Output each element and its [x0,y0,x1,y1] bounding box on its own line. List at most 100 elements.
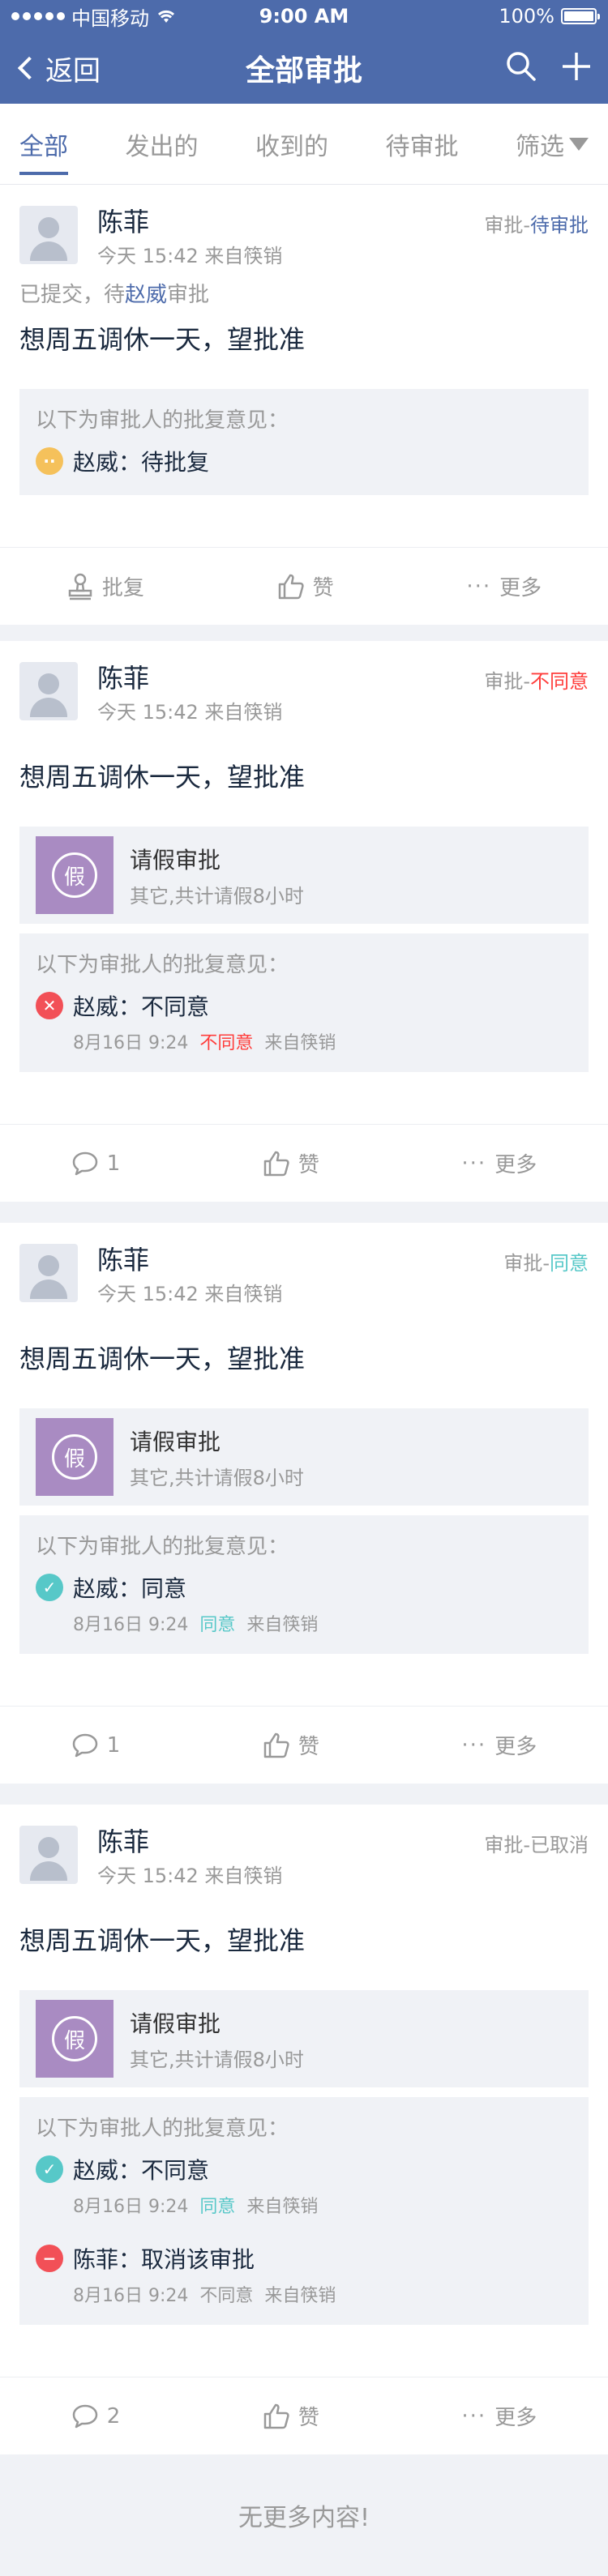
leave-icon: 假 [36,2000,113,2078]
opinion-line: 赵威：待批复 [73,449,210,476]
leave-title: 请假审批 [130,846,221,874]
tab-label: 收到的 [255,132,328,161]
approval-card[interactable]: 陈菲 今天 15:42 来自筷销 审批-已取消 想周五调休一天，望批准 假 请假… [0,1805,608,2454]
request-text: 想周五调休一天，望批准 [19,762,306,792]
avatar[interactable] [19,1826,78,1884]
comment-button[interactable]: 2 [71,2403,121,2429]
comment-button[interactable]: 1 [71,1732,120,1758]
more-label: 更多 [499,576,542,600]
card-actions: 1 赞 ··· 更多 [0,1706,608,1784]
card-separator [0,625,608,641]
comment-button[interactable]: 1 [71,1151,120,1177]
opinion-sub: 8月16日 9:24 不同意 来自筷销 [73,1028,572,1054]
more-dots-icon: ··· [461,2403,487,2429]
battery-percent: 100% [499,5,554,28]
tab-received[interactable]: 收到的 [255,118,328,170]
opinion-item: ✕ 赵威：不同意 8月16日 9:24 不同意 来自筷销 [36,989,572,1054]
tab-filter[interactable]: 筛选 [516,118,589,170]
back-label: 返回 [45,54,101,88]
approval-card[interactable]: 陈菲 今天 15:42 来自筷销 审批-同意 想周五调休一天，望批准 假 请假审… [0,1223,608,1784]
avatar[interactable] [19,206,78,264]
opinion-line: 赵威：同意 [73,1575,187,1602]
opinion-source: 来自筷销 [264,2286,336,2306]
tab-all[interactable]: 全部 [19,118,68,175]
like-label: 赞 [298,1153,319,1177]
opinion-result: 同意 [199,1615,236,1635]
filter-icon [569,137,589,151]
leave-icon-glyph: 假 [52,852,97,898]
more-dots-icon: ··· [461,1151,487,1176]
leave-icon: 假 [36,836,113,914]
opinion-date: 8月16日 9:24 [73,2286,189,2306]
like-button[interactable]: 赞 [263,2401,319,2431]
opinion-title: 以下为审批人的批复意见： [36,1535,289,1559]
approver-link[interactable]: 赵威 [125,283,167,307]
submitted-note: 已提交，待赵威审批 [19,278,589,308]
opinion-sub: 8月16日 9:24 同意 来自筷销 [73,2192,572,2218]
add-icon[interactable] [561,51,592,85]
comment-icon [72,2404,98,2428]
opinion-line: 赵威：不同意 [73,2157,210,2184]
leave-title: 请假审批 [130,2010,221,2037]
carrier-label: 中国移动 [71,6,149,30]
card-actions: 批复 赞 ··· 更多 [0,547,608,625]
stamp-icon [68,573,92,600]
applicant-name: 陈菲 [97,207,150,237]
opinion-item: ✓ 赵威：不同意 8月16日 9:24 同意 来自筷销 [36,2153,572,2218]
opinion-title: 以下为审批人的批复意见： [36,953,289,977]
chevron-left-icon [17,56,41,80]
back-button[interactable]: 返回 [16,49,101,88]
more-button[interactable]: ··· 更多 [461,2401,537,2431]
approval-card[interactable]: 陈菲 今天 15:42 来自筷销 审批-待审批 已提交，待赵威审批 想周五调休一… [0,185,608,625]
more-button[interactable]: ··· 更多 [461,1730,537,1760]
opinion-source: 来自筷销 [246,2197,319,2217]
opinion-title: 以下为审批人的批复意见： [36,2117,289,2141]
comment-count: 2 [106,2403,121,2429]
agree-icon: ✓ [36,1574,63,1601]
card-actions: 1 赞 ··· 更多 [0,1124,608,1202]
like-button[interactable]: 赞 [263,1730,319,1760]
opinion-result: 同意 [199,2197,236,2217]
like-button[interactable]: 赞 [263,1148,319,1178]
more-button[interactable]: ··· 更多 [461,1148,537,1178]
opinion-result: 不同意 [199,1033,254,1053]
tab-sent[interactable]: 发出的 [126,118,199,170]
post-meta: 今天 15:42 来自筷销 [97,245,283,267]
submitted-suffix: 审批 [167,283,210,307]
request-text: 想周五调休一天，望批准 [19,324,306,355]
post-meta: 今天 15:42 来自筷销 [97,1865,283,1887]
post-meta: 今天 15:42 来自筷销 [97,1283,283,1305]
approval-card[interactable]: 陈菲 今天 15:42 来自筷销 审批-不同意 想周五调休一天，望批准 假 请假… [0,641,608,1202]
more-button[interactable]: ··· 更多 [466,571,542,601]
more-dots-icon: ··· [461,1732,487,1758]
thumbs-up-icon [263,1732,289,1758]
leave-request-box[interactable]: 假 请假审批 其它,共计请假8小时 [19,1408,589,1506]
like-label: 赞 [312,576,334,600]
tab-label: 全部 [19,132,68,161]
leave-subtitle: 其它,共计请假8小时 [130,884,304,908]
thumbs-up-icon [278,574,304,599]
thumbs-up-icon [263,2403,289,2429]
like-label: 赞 [298,1735,319,1759]
reply-button[interactable]: 批复 [66,571,144,601]
avatar[interactable] [19,662,78,720]
search-icon[interactable] [506,51,537,85]
opinion-line: 陈菲：取消该审批 [73,2246,255,2273]
leave-request-box[interactable]: 假 请假审批 其它,共计请假8小时 [19,827,589,924]
leave-request-box[interactable]: 假 请假审批 其它,共计请假8小时 [19,1990,589,2087]
tab-label: 待审批 [385,132,459,161]
leave-subtitle: 其它,共计请假8小时 [130,1466,304,1489]
pending-icon: ·· [36,447,63,475]
status-bar: 中国移动 9:00 AM 100% [0,0,608,32]
opinion-source: 来自筷销 [264,1033,336,1053]
leave-subtitle: 其它,共计请假8小时 [130,2048,304,2071]
status-value: 不同意 [530,670,589,693]
like-button[interactable]: 赞 [277,571,334,601]
disagree-icon: ✕ [36,992,63,1019]
avatar[interactable] [19,1244,78,1302]
reply-label: 批复 [101,576,144,600]
battery-icon [561,8,600,24]
tab-pending[interactable]: 待审批 [386,118,459,170]
leave-icon-glyph: 假 [52,2016,97,2061]
submitted-prefix: 已提交，待 [19,283,126,307]
